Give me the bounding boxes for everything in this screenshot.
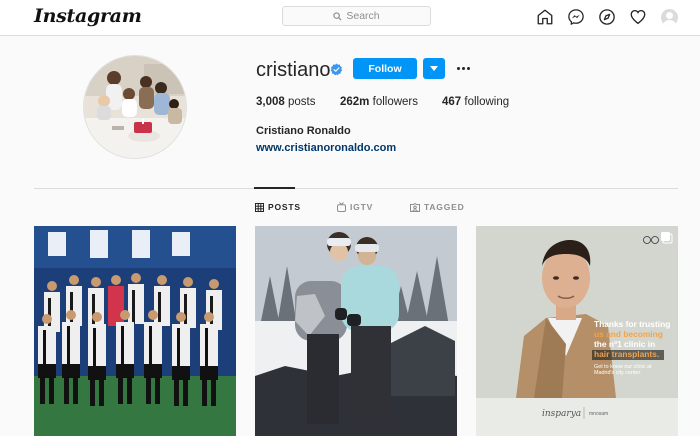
tab-tagged[interactable]: TAGGED — [410, 202, 465, 212]
instagram-logo[interactable]: Instagram — [34, 5, 142, 27]
ad-brand-logo: insparya — [542, 409, 581, 419]
search-icon — [333, 11, 342, 21]
suggested-accounts-button[interactable] — [423, 58, 445, 79]
ad-text-line-6: Madrid's city center. — [594, 370, 641, 376]
active-tab-indicator — [254, 187, 295, 189]
home-icon[interactable] — [535, 7, 555, 27]
post-thumbnail-ad[interactable]: Thanks for trusting us and becoming the … — [476, 226, 678, 436]
grid-icon — [255, 202, 264, 212]
tab-posts-label: POSTS — [268, 202, 301, 212]
ad-text-line-2: us and becoming — [594, 329, 663, 339]
profile-picture[interactable] — [83, 55, 187, 159]
explore-icon[interactable] — [597, 7, 617, 27]
ad-brand-small: mnosam — [589, 411, 608, 417]
followers-stat[interactable]: 262m followers — [340, 96, 442, 108]
top-navigation-bar: Instagram Search — [0, 0, 700, 36]
igtv-icon — [337, 202, 346, 212]
verified-badge-icon — [330, 63, 343, 76]
search-placeholder: Search — [346, 10, 380, 22]
heart-icon[interactable] — [628, 7, 648, 27]
ad-text-line-4: hair transplants. — [594, 349, 659, 359]
tab-igtv-label: IGTV — [350, 202, 374, 212]
tagged-icon — [410, 202, 420, 212]
tab-tagged-label: TAGGED — [424, 202, 465, 212]
messenger-icon[interactable] — [566, 7, 586, 27]
tab-igtv[interactable]: IGTV — [337, 202, 373, 212]
tab-posts[interactable]: POSTS — [255, 202, 301, 212]
nav-icons — [535, 7, 679, 27]
post-thumbnail-snow[interactable] — [255, 226, 457, 436]
ad-text-line-3: the nº1 clinic in — [594, 339, 655, 349]
chevron-down-icon — [430, 65, 438, 71]
ad-text-line-1: Thanks for trusting — [594, 319, 670, 329]
tabs-divider — [34, 188, 678, 189]
search-input[interactable]: Search — [282, 6, 431, 26]
avatar — [660, 8, 678, 26]
posts-stat[interactable]: 3,008 posts — [256, 96, 340, 108]
profile-full-name: Cristiano Ronaldo — [256, 125, 351, 137]
multiple-images-icon — [661, 232, 670, 241]
post-thumbnail-team[interactable] — [34, 226, 236, 436]
profile-stats: 3,008 posts 262m followers 467 following — [256, 96, 509, 108]
follow-button[interactable]: Follow — [353, 58, 417, 79]
profile-website-link[interactable]: www.cristianoronaldo.com — [256, 142, 396, 154]
profile-username: cristiano — [256, 59, 331, 81]
following-stat[interactable]: 467 following — [442, 96, 509, 108]
more-options-icon[interactable] — [454, 60, 472, 76]
profile-avatar[interactable] — [659, 7, 679, 27]
